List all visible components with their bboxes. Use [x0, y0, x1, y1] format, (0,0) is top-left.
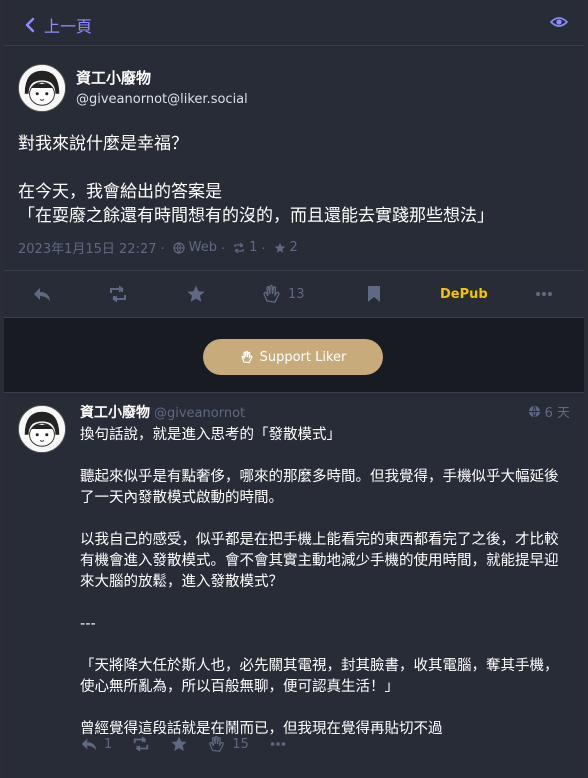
boost-button[interactable]	[108, 284, 128, 304]
star-icon	[171, 736, 188, 752]
bookmark-icon	[368, 286, 380, 302]
reply-status: 資工小廢物 @giveanornot 6 天 換句話說，就是進入思考的「發散模式」…	[4, 392, 584, 778]
reply-name-line[interactable]: 資工小廢物 @giveanornot	[80, 402, 245, 422]
bookmark-button[interactable]	[364, 284, 384, 304]
avatar[interactable]	[18, 64, 66, 112]
status-app: Web	[188, 240, 217, 255]
reblog-count: 1	[249, 240, 258, 255]
retweet-icon	[110, 285, 126, 303]
status-content: 對我來說什麼是幸福？ 在今天，我會給出的答案是 「在耍廢之餘還有時間想有的沒的，…	[18, 132, 573, 228]
back-label: 上一頁	[44, 17, 93, 36]
boost-button[interactable]	[132, 735, 150, 753]
favourite-button[interactable]	[170, 735, 188, 753]
support-label: Support Liker	[259, 349, 347, 365]
like-button[interactable]: 13	[262, 284, 305, 304]
eye-icon[interactable]	[550, 15, 568, 29]
account-handle: @giveanornot	[154, 406, 246, 421]
ellipsis-icon	[270, 742, 286, 746]
like-count: 13	[288, 286, 305, 302]
reply-paragraph-4: ---	[80, 616, 96, 632]
clap-hand-icon	[209, 735, 225, 752]
reply-content: 換句話說，就是進入思考的「發散模式」 聽起來似乎是有點奢侈，哪來的那麼多時間。但…	[80, 425, 572, 761]
reply-icon	[81, 738, 97, 751]
depub-button[interactable]: DePub	[440, 284, 488, 304]
column-header: 上一頁	[4, 0, 584, 46]
favourite-button[interactable]	[186, 284, 206, 304]
back-button[interactable]: 上一頁	[22, 13, 92, 37]
like-count: 15	[232, 736, 249, 752]
status-paragraph-1: 對我來說什麼是幸福？	[18, 134, 188, 154]
reply-paragraph-1: 換句話說，就是進入思考的「發散模式」	[80, 427, 341, 443]
avatar[interactable]	[18, 405, 66, 453]
reply-button[interactable]: 1	[80, 735, 112, 753]
support-liker-button[interactable]: Support Liker	[203, 339, 383, 375]
star-icon	[187, 285, 205, 302]
status-meta: 2023年1月15日 22:27 · Web · 1 · 2	[18, 238, 298, 257]
reply-paragraph-5: 「天將降大任於斯人也，必先關其電視，封其臉書，收其電腦，奪其手機，使心無所亂為，…	[80, 658, 559, 695]
chevron-left-icon	[25, 17, 35, 33]
display-name: 資工小廢物	[80, 405, 150, 421]
globe-icon	[173, 241, 185, 254]
relative-time: 6 天	[544, 406, 570, 421]
ellipsis-icon	[536, 292, 552, 296]
more-button[interactable]	[534, 284, 554, 304]
clap-hand-icon	[263, 284, 280, 303]
like-button[interactable]: 15	[208, 735, 249, 753]
action-bar: 13 DePub	[4, 270, 584, 318]
liker-hand-icon	[241, 350, 253, 364]
reply-button[interactable]	[32, 284, 52, 304]
avatar-illustration	[19, 65, 65, 111]
separator: ·	[261, 241, 266, 257]
star-icon	[274, 242, 285, 253]
reply-icon	[34, 288, 50, 301]
avatar-illustration	[19, 406, 65, 452]
separator: ·	[220, 241, 226, 257]
retweet-icon	[234, 242, 244, 253]
reply-count: 1	[104, 736, 113, 752]
reply-paragraph-2: 聽起來似乎是有點奢侈，哪來的那麼多時間。但我覺得，手機似乎大幅延後了一天內發散模…	[80, 469, 559, 506]
retweet-icon	[134, 736, 149, 752]
account-handle[interactable]: @giveanornot@liker.social	[76, 92, 248, 107]
reply-action-bar: 1 15	[80, 733, 307, 755]
reply-paragraph-3: 以我自己的感受，似乎都是在把手機上能看完的東西都看完了之後，才比較有機會進入發散…	[80, 532, 559, 590]
favourite-count: 2	[289, 240, 298, 255]
status-date[interactable]: 2023年1月15日 22:27	[18, 238, 157, 257]
more-button[interactable]	[269, 735, 287, 753]
globe-icon	[528, 405, 540, 418]
status-paragraph-2: 在今天，我會給出的答案是 「在耍廢之餘還有時間想有的沒的，而且還能去實踐那些想法…	[18, 182, 494, 226]
separator: ·	[160, 241, 165, 257]
reply-time[interactable]: 6 天	[528, 402, 570, 421]
display-name[interactable]: 資工小廢物	[76, 67, 151, 88]
detailed-status: 資工小廢物 @giveanornot@liker.social 對我來說什麼是幸…	[4, 46, 584, 270]
